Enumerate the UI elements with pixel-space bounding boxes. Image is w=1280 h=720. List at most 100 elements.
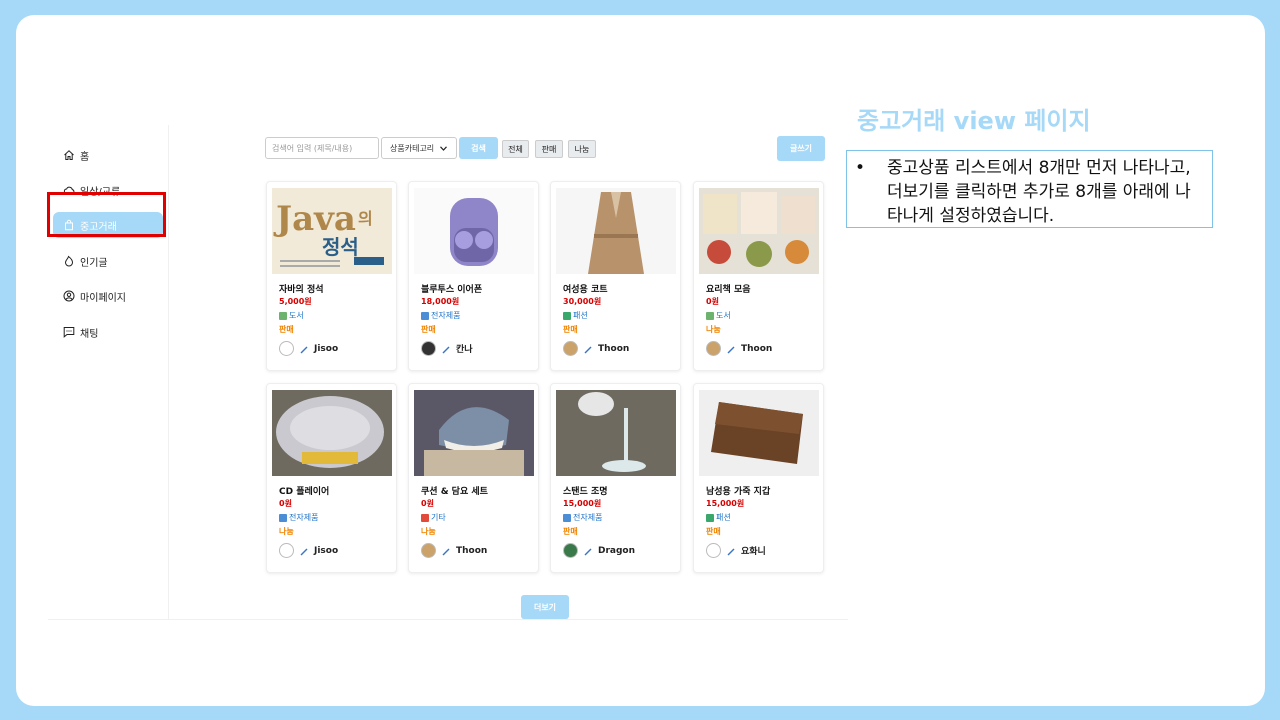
product-card[interactable]: CD 플레이어 0원 전자제품 나눔 Jisoo: [266, 383, 397, 573]
avatar: [421, 341, 436, 356]
sidebar-item-label: 채팅: [80, 328, 99, 340]
pen-icon: [584, 346, 592, 353]
cookbooks-image: [699, 188, 819, 274]
bullet: •: [855, 158, 866, 178]
product-price: 0원: [279, 499, 292, 508]
shark-cushion-image: [414, 390, 534, 476]
book-icon: [706, 311, 714, 320]
pen-icon: [300, 346, 308, 353]
author-name: Dragon: [598, 545, 636, 556]
sidebar-item-mypage[interactable]: 마이페이지: [53, 283, 163, 309]
sidebar-item-chat[interactable]: 채팅: [53, 319, 163, 345]
annotation-box: • 중고상품 리스트에서 8개만 먼저 나타나고, 더보기를 클릭하면 추가로 …: [846, 150, 1213, 228]
filter-all-button[interactable]: 전체: [502, 140, 529, 158]
product-type: 판매: [279, 325, 294, 334]
coat-image: [556, 188, 676, 274]
product-card[interactable]: 블루투스 이어폰 18,000원 전자제품 판매 칸나: [408, 181, 539, 371]
product-price: 0원: [421, 499, 434, 508]
product-category-label: 전자제품: [289, 513, 319, 522]
sidebar-item-label: 인기글: [80, 257, 108, 269]
product-category: 전자제품: [279, 512, 318, 523]
avatar: [563, 543, 578, 558]
category-select[interactable]: 상품카테고리: [381, 137, 457, 159]
product-title: 여성용 코트: [563, 285, 608, 295]
desk-lamp-image: [556, 390, 676, 476]
product-card[interactable]: 요리책 모음 0원 도서 나눔 Thoon: [693, 181, 824, 371]
divider: [48, 619, 848, 620]
active-menu-highlight: [47, 192, 166, 237]
product-category: 전자제품: [563, 512, 602, 523]
product-card[interactable]: 남성용 가죽 지갑 15,000원 패션 판매 요화니: [693, 383, 824, 573]
product-type: 판매: [421, 325, 436, 334]
pen-icon: [727, 346, 735, 353]
sidebar-item-home[interactable]: 홈: [53, 142, 163, 168]
sidebar-item-popular[interactable]: 인기글: [53, 248, 163, 274]
author-name: Jisoo: [314, 343, 339, 354]
product-card[interactable]: 쿠션 & 담요 세트 0원 기타 나눔 Thoon: [408, 383, 539, 573]
product-author: Thoon: [421, 543, 487, 558]
leather-wallet-image: [699, 390, 819, 476]
pen-icon: [584, 548, 592, 555]
filter-sell-button[interactable]: 판매: [535, 140, 563, 158]
pen-icon: [442, 548, 450, 555]
product-title: 남성용 가죽 지갑: [706, 487, 771, 497]
gift-icon: [421, 513, 429, 522]
earbuds-image: [414, 188, 534, 274]
product-type: 판매: [563, 325, 578, 334]
product-category-label: 패션: [716, 513, 731, 522]
annotation-heading: 중고거래 view 페이지: [857, 107, 1091, 135]
avatar: [279, 543, 294, 558]
chevron-down-icon: [440, 145, 448, 151]
avatar: [279, 341, 294, 356]
product-author: 칸나: [421, 341, 473, 356]
chat-icon: [63, 327, 75, 338]
product-type: 나눔: [706, 325, 721, 334]
product-title: 요리책 모음: [706, 285, 751, 295]
slide: 홈 일상/교류 중고거래 인기글 마이페이지 채팅 상품카테고리 검색 전체 판…: [16, 15, 1265, 706]
fashion-icon: [706, 513, 714, 522]
product-author: Jisoo: [279, 341, 338, 356]
product-author: Dragon: [563, 543, 635, 558]
product-type: 판매: [563, 527, 578, 536]
product-price: 30,000원: [563, 297, 602, 306]
avatar: [706, 341, 721, 356]
search-button[interactable]: 검색: [459, 137, 498, 159]
product-price: 18,000원: [421, 297, 460, 306]
product-category: 도서: [279, 310, 304, 321]
product-category: 기타: [421, 512, 446, 523]
product-card[interactable]: Java 의 정석 자바의 정석 5,000원 도서 판매 Jisoo: [266, 181, 397, 371]
product-title: 블루투스 이어폰: [421, 285, 483, 295]
product-type: 나눔: [279, 527, 294, 536]
author-name: 칸나: [456, 345, 473, 355]
product-category-label: 패션: [573, 311, 588, 320]
author-name: Jisoo: [314, 545, 339, 556]
product-card[interactable]: 스탠드 조명 15,000원 전자제품 판매 Dragon: [550, 383, 681, 573]
product-type: 나눔: [421, 527, 436, 536]
product-card[interactable]: 여성용 코트 30,000원 패션 판매 Thoon: [550, 181, 681, 371]
search-input[interactable]: [265, 137, 379, 159]
annotation-text: 중고상품 리스트에서 8개만 먼저 나타나고, 더보기를 클릭하면 추가로 8개…: [887, 158, 1191, 226]
product-author: Thoon: [563, 341, 629, 356]
svg-text:의: 의: [358, 209, 373, 228]
product-category: 패션: [706, 512, 731, 523]
author-name: Thoon: [598, 343, 630, 354]
book-java-image: Java 의 정석: [272, 188, 392, 274]
filter-share-button[interactable]: 나눔: [568, 140, 596, 158]
author-name: Thoon: [456, 545, 488, 556]
product-price: 0원: [706, 297, 719, 306]
product-category-label: 도서: [716, 311, 731, 320]
pen-icon: [300, 548, 308, 555]
write-button[interactable]: 글쓰기: [777, 136, 825, 161]
product-price: 5,000원: [279, 297, 312, 306]
product-category: 패션: [563, 310, 588, 321]
product-price: 15,000원: [563, 499, 602, 508]
more-button[interactable]: 더보기: [521, 595, 569, 619]
pen-icon: [727, 548, 735, 555]
svg-text:정석: 정석: [322, 235, 359, 259]
avatar: [563, 341, 578, 356]
pen-icon: [442, 346, 450, 353]
product-title: CD 플레이어: [279, 487, 330, 497]
product-category-label: 도서: [289, 311, 304, 320]
svg-text:Java: Java: [273, 199, 356, 239]
electronics-icon: [279, 513, 287, 522]
